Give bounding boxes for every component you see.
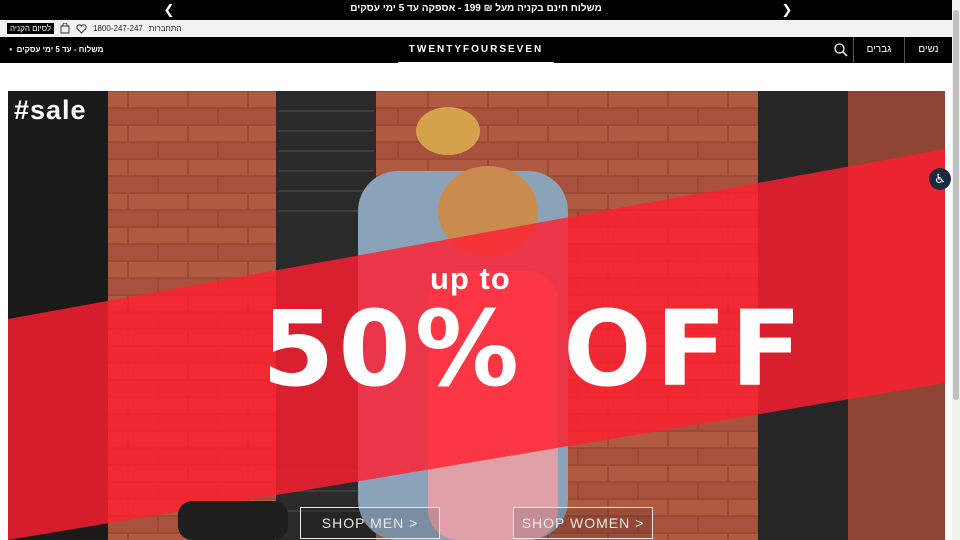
logo-text: TWENTYFOURSEVEN [408,44,544,55]
shop-women-button[interactable]: SHOP WOMEN > [513,507,653,539]
hero-offer: 50% OFF [262,288,806,410]
announcement-bar: ❮ משלוח חינם בקניה מעל ₪ 199 - אספקה עד … [0,0,952,20]
heart-icon[interactable] [76,23,87,34]
logo[interactable]: TWENTYFOURSEVEN [398,37,554,63]
chevron-right-icon[interactable]: ❯ [780,2,794,18]
main-nav: משלוח - עד 5 ימי עסקים ● TWENTYFOURSEVEN… [0,37,952,63]
tab-men[interactable]: גברים [853,37,904,63]
accessibility-icon[interactable]: ♿ [929,168,951,190]
utility-bar: לסיום הקניה 1800-247-247 התחברות [0,20,952,37]
scrollbar[interactable] [952,0,960,540]
scrollbar-thumb[interactable] [953,10,959,400]
login-link[interactable]: התחברות [149,24,182,33]
sale-hashtag: #sale [14,95,87,125]
search-icon[interactable] [832,41,850,59]
phone-number[interactable]: 1800-247-247 [93,24,143,33]
shipping-note: משלוח - עד 5 ימי עסקים ● [9,45,103,54]
tab-women[interactable]: נשים [904,37,952,63]
bullet-icon: ● [9,46,13,53]
shop-men-button[interactable]: SHOP MEN > [300,507,440,539]
announcement-text: משלוח חינם בקניה מעל ₪ 199 - אספקה עד 5 … [350,3,602,14]
shipping-note-text: משלוח - עד 5 ימי עסקים [16,45,104,54]
hero-banner[interactable]: #sale up to 50% OFF SHOP MEN > SHOP WOME… [8,91,945,540]
checkout-button[interactable]: לסיום הקניה [7,23,55,34]
shopping-bag-icon[interactable] [60,23,70,34]
